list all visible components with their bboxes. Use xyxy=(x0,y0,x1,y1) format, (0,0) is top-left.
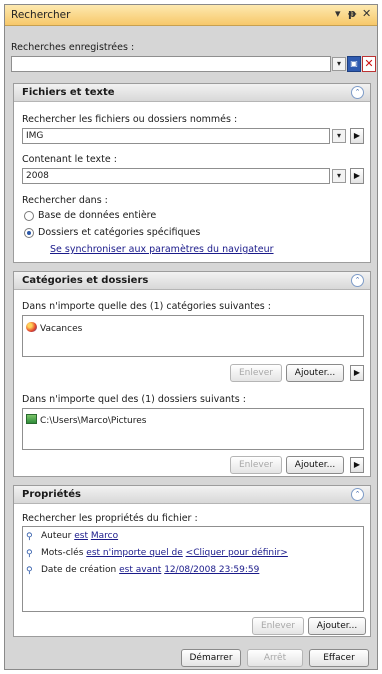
property-value[interactable]: Marco xyxy=(91,531,118,541)
add-folder-button[interactable]: Ajouter... xyxy=(286,456,344,474)
property-operator[interactable]: est n'importe quel de xyxy=(86,548,182,558)
categories-panel-header[interactable]: Catégories et dossiers ⌃ xyxy=(14,272,370,290)
add-property-button[interactable]: Ajouter... xyxy=(308,617,366,635)
folder-icon xyxy=(26,414,37,424)
property-row[interactable]: ⚲ Auteur est Marco xyxy=(26,531,118,542)
dropdown-icon[interactable]: ▾ xyxy=(335,7,341,20)
names-input[interactable]: IMG xyxy=(22,128,330,144)
remove-category-button[interactable]: Enlever xyxy=(230,364,282,382)
property-icon: ⚲ xyxy=(26,532,33,542)
saved-searches-combo[interactable] xyxy=(11,56,331,72)
remove-folder-label: Enlever xyxy=(239,460,273,470)
clear-label: Effacer xyxy=(323,653,355,663)
category-icon xyxy=(26,322,37,332)
list-item[interactable]: C:\Users\Marco\Pictures xyxy=(26,414,147,426)
files-text-panel: Fichiers et texte ⌃ Rechercher les fichi… xyxy=(13,83,371,263)
folders-label: Dans n'importe quel des (1) dossiers sui… xyxy=(22,394,246,405)
property-name: Mots-clés xyxy=(41,548,84,558)
text-label: Contenant le texte : xyxy=(22,154,117,165)
folder-more-button[interactable]: ▶ xyxy=(350,457,364,473)
property-operator[interactable]: est xyxy=(74,531,88,541)
text-dropdown[interactable]: ▾ xyxy=(332,169,346,183)
search-in-label: Rechercher dans : xyxy=(22,195,108,206)
properties-panel-title: Propriétés xyxy=(22,489,81,500)
stop-label: Arrêt xyxy=(263,653,287,663)
text-input[interactable]: 2008 xyxy=(22,168,330,184)
property-name: Auteur xyxy=(41,531,72,541)
property-icon: ⚲ xyxy=(26,549,33,559)
property-row[interactable]: ⚲ Mots-clés est n'importe quel de <Clique… xyxy=(26,548,288,559)
folder-path: C:\Users\Marco\Pictures xyxy=(40,416,147,426)
add-property-label: Ajouter... xyxy=(316,621,358,631)
property-value[interactable]: 12/08/2008 23:59:59 xyxy=(164,565,259,575)
property-icon: ⚲ xyxy=(26,566,33,576)
collapse-icon[interactable]: ⌃ xyxy=(351,274,364,287)
categories-label: Dans n'importe quelle des (1) catégories… xyxy=(22,301,271,312)
properties-panel: Propriétés ⌃ Rechercher les propriétés d… xyxy=(13,485,371,637)
property-operator[interactable]: est avant xyxy=(119,565,161,575)
radio-whole-db-label: Base de données entière xyxy=(38,210,157,221)
radio-specific-label: Dossiers et catégories spécifiques xyxy=(38,227,201,238)
folders-list[interactable]: C:\Users\Marco\Pictures xyxy=(22,408,364,450)
title-bar: Rechercher ▾ ᵽ ✕ xyxy=(5,5,377,26)
properties-panel-header[interactable]: Propriétés ⌃ xyxy=(14,486,370,504)
remove-property-button[interactable]: Enlever xyxy=(252,617,304,635)
names-more-button[interactable]: ▶ xyxy=(350,128,364,144)
saved-searches-dropdown[interactable]: ▾ xyxy=(332,57,346,71)
collapse-icon[interactable]: ⌃ xyxy=(351,86,364,99)
files-panel-header[interactable]: Fichiers et texte ⌃ xyxy=(14,84,370,102)
category-name: Vacances xyxy=(40,324,83,334)
remove-folder-button[interactable]: Enlever xyxy=(230,456,282,474)
clear-button[interactable]: Effacer xyxy=(309,649,369,667)
property-value[interactable]: <Cliquer pour définir> xyxy=(186,548,288,558)
save-icon[interactable]: ▣ xyxy=(347,56,361,72)
categories-list[interactable]: Vacances xyxy=(22,315,364,357)
search-window: Rechercher ▾ ᵽ ✕ Recherches enregistrées… xyxy=(4,4,378,670)
stop-button[interactable]: Arrêt xyxy=(247,649,303,667)
list-item[interactable]: Vacances xyxy=(26,322,82,334)
add-category-button[interactable]: Ajouter... xyxy=(286,364,344,382)
properties-label: Rechercher les propriétés du fichier : xyxy=(22,513,198,524)
property-name: Date de création xyxy=(41,565,117,575)
properties-list[interactable]: ⚲ Auteur est Marco ⚲ Mots-clés est n'impor… xyxy=(22,526,364,612)
radio-specific[interactable] xyxy=(24,228,34,238)
add-category-label: Ajouter... xyxy=(294,368,336,378)
radio-whole-db[interactable] xyxy=(24,211,34,221)
collapse-icon[interactable]: ⌃ xyxy=(351,488,364,501)
delete-icon[interactable]: ✕ xyxy=(362,56,376,72)
close-icon[interactable]: ✕ xyxy=(362,7,371,20)
pin-icon[interactable]: ᵽ xyxy=(348,7,356,20)
property-row[interactable]: ⚲ Date de création est avant 12/08/2008 2… xyxy=(26,565,259,576)
remove-property-label: Enlever xyxy=(261,621,295,631)
add-folder-label: Ajouter... xyxy=(294,460,336,470)
names-label: Rechercher les fichiers ou dossiers nomm… xyxy=(22,114,238,125)
names-dropdown[interactable]: ▾ xyxy=(332,129,346,143)
files-panel-title: Fichiers et texte xyxy=(22,87,115,98)
remove-category-label: Enlever xyxy=(239,368,273,378)
sync-link[interactable]: Se synchroniser aux paramètres du naviga… xyxy=(50,244,274,255)
categories-panel-title: Catégories et dossiers xyxy=(22,275,149,286)
window-title: Rechercher xyxy=(11,9,71,21)
text-more-button[interactable]: ▶ xyxy=(350,168,364,184)
start-button[interactable]: Démarrer xyxy=(181,649,241,667)
category-more-button[interactable]: ▶ xyxy=(350,365,364,381)
saved-searches-label: Recherches enregistrées : xyxy=(11,42,135,53)
start-label: Démarrer xyxy=(189,653,233,663)
categories-panel: Catégories et dossiers ⌃ Dans n'importe … xyxy=(13,271,371,477)
